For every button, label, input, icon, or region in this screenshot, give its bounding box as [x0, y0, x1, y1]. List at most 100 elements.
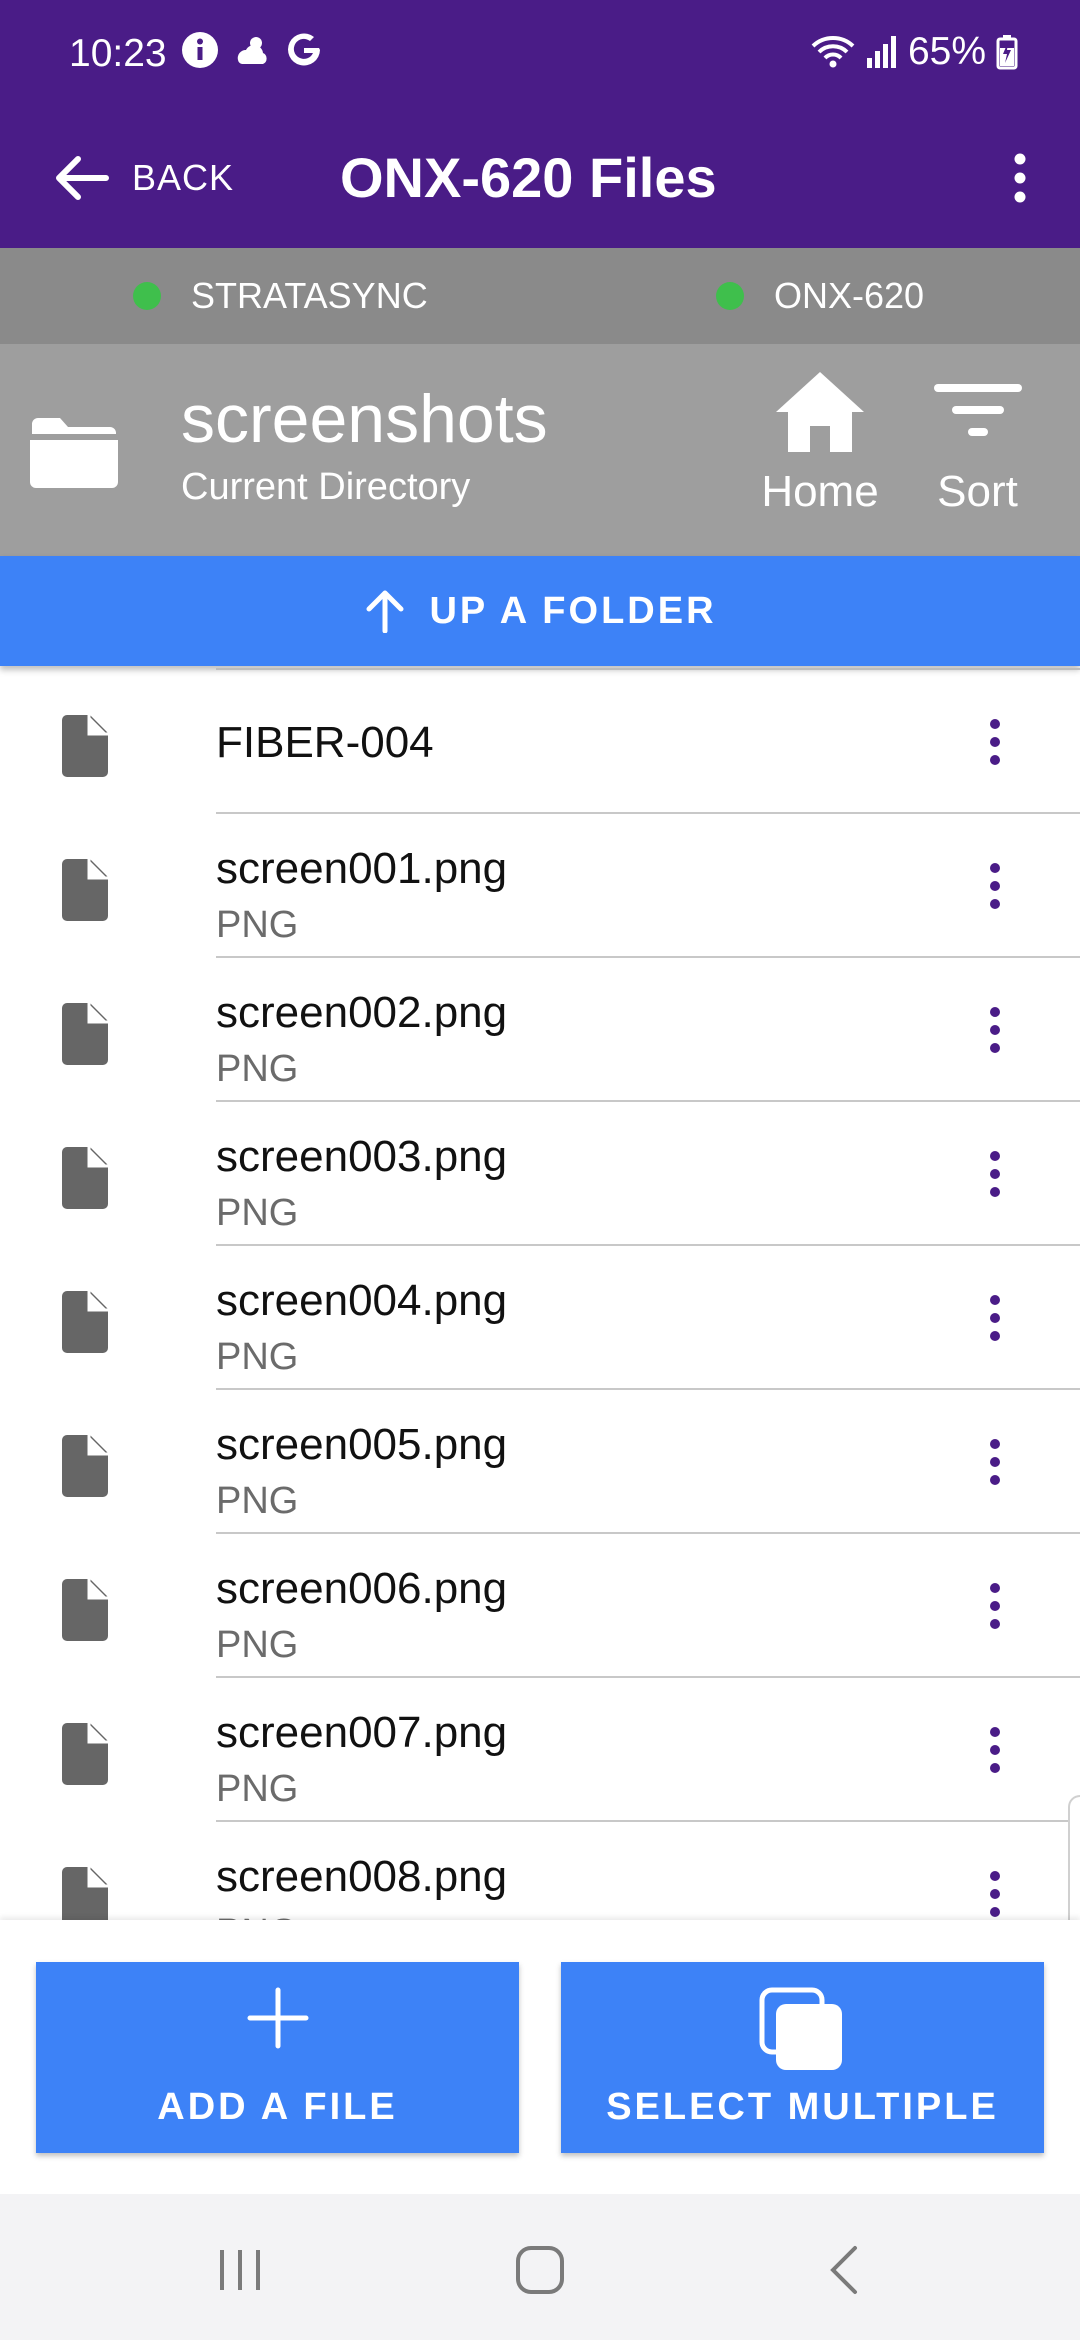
- file-options-button[interactable]: [980, 1286, 1010, 1350]
- file-options-button[interactable]: [980, 1862, 1010, 1920]
- file-icon: [58, 1146, 110, 1215]
- file-name: screen008.png: [216, 1852, 508, 1901]
- more-vert-icon: [990, 1727, 1000, 1773]
- connection-stratasync: STRATASYNC: [133, 248, 428, 344]
- recents-button[interactable]: [200, 2230, 280, 2310]
- file-row[interactable]: FIBER-004: [0, 670, 1080, 814]
- home-icon: [776, 372, 864, 452]
- more-vert-icon: [990, 1295, 1000, 1341]
- file-row[interactable]: screen001.png PNG: [0, 814, 1080, 958]
- file-type: PNG: [216, 1768, 299, 1810]
- select-multiple-label: SELECT MULTIPLE: [606, 2086, 999, 2128]
- file-options-button[interactable]: [980, 998, 1010, 1062]
- file-name: screen004.png: [216, 1276, 508, 1325]
- add-file-button[interactable]: ADD A FILE: [36, 1962, 519, 2153]
- file-icon: [62, 1579, 108, 1641]
- current-directory-name: screenshots: [181, 381, 548, 457]
- file-row[interactable]: screen008.png PNG: [0, 1822, 1080, 1920]
- select-multiple-icon: [759, 1987, 842, 2070]
- file-options-button[interactable]: [980, 854, 1010, 918]
- more-vert-icon: [990, 1151, 1000, 1197]
- wifi-icon: [811, 36, 855, 68]
- weather-icon: [237, 37, 267, 64]
- file-icon: [62, 1003, 108, 1065]
- file-icon: [62, 1435, 108, 1497]
- arrow-up-icon: [366, 590, 404, 633]
- file-icon: [58, 858, 110, 927]
- file-type: PNG: [216, 1480, 299, 1522]
- arrow-left-icon: [56, 156, 109, 200]
- recents-icon: [220, 2250, 260, 2290]
- file-type: PNG: [216, 1048, 299, 1090]
- file-icon: [62, 1147, 108, 1209]
- more-vert-icon: [990, 719, 1000, 765]
- file-icon: [58, 1578, 110, 1647]
- up-a-folder-label: UP A FOLDER: [429, 589, 717, 632]
- more-vert-icon: [990, 1583, 1000, 1629]
- battery-percent: 65%: [907, 30, 986, 73]
- notification-icons: [180, 30, 324, 70]
- file-row[interactable]: screen004.png PNG: [0, 1246, 1080, 1390]
- file-type: PNG: [216, 1336, 299, 1378]
- connected-dot: [716, 282, 744, 310]
- up-a-folder-button[interactable]: UP A FOLDER: [0, 556, 1080, 666]
- file-options-button[interactable]: [980, 1430, 1010, 1494]
- back-nav-button[interactable]: [805, 2230, 885, 2310]
- file-icon: [58, 1434, 110, 1503]
- info-icon: [182, 32, 218, 68]
- file-row[interactable]: screen002.png PNG: [0, 958, 1080, 1102]
- back-button[interactable]: BACK: [52, 140, 234, 216]
- back-label: BACK: [132, 157, 235, 198]
- home-nav-icon: [516, 2246, 564, 2294]
- folder-open-icon: [30, 418, 118, 488]
- overflow-menu-button[interactable]: [990, 136, 1050, 220]
- action-bar: ADD A FILE SELECT MULTIPLE: [0, 1920, 1080, 2194]
- file-list[interactable]: FIBER-004 screen001.png PNG screen002.png PN…: [0, 670, 1080, 1920]
- system-status: 65%: [810, 30, 1018, 74]
- file-options-button[interactable]: [980, 1718, 1010, 1782]
- file-icon: [58, 1002, 110, 1071]
- sort-icon: [933, 384, 1022, 436]
- file-options-button[interactable]: [980, 1574, 1010, 1638]
- sort-button[interactable]: Sort: [915, 370, 1040, 530]
- sort-label: Sort: [937, 467, 1018, 516]
- file-name: screen006.png: [216, 1564, 508, 1613]
- home-nav-button[interactable]: [500, 2230, 580, 2310]
- file-name: screen002.png: [216, 988, 508, 1037]
- file-options-button[interactable]: [980, 710, 1010, 774]
- status-bar: 10:23 65%: [0, 0, 1080, 108]
- current-directory-caption: Current Directory: [181, 466, 471, 508]
- signal-icon: [866, 36, 896, 68]
- more-vert-icon: [990, 1439, 1000, 1485]
- google-icon: [288, 33, 320, 66]
- file-row[interactable]: screen005.png PNG: [0, 1390, 1080, 1534]
- file-icon: [62, 859, 108, 921]
- file-row[interactable]: screen006.png PNG: [0, 1534, 1080, 1678]
- file-options-button[interactable]: [980, 1142, 1010, 1206]
- more-vert-icon: [1014, 153, 1026, 203]
- page-title: ONX-620 Files: [340, 146, 717, 209]
- app-bar: BACK ONX-620 Files: [0, 108, 1080, 248]
- file-icon: [58, 714, 110, 783]
- add-file-label: ADD A FILE: [157, 2086, 398, 2128]
- file-icon: [62, 1723, 108, 1785]
- more-vert-icon: [990, 863, 1000, 909]
- home-button[interactable]: Home: [750, 370, 890, 530]
- file-name: screen005.png: [216, 1420, 508, 1469]
- status-time: 10:23: [69, 32, 167, 75]
- system-navigation-bar: [0, 2194, 1080, 2340]
- home-label: Home: [761, 467, 879, 516]
- file-name: screen003.png: [216, 1132, 508, 1181]
- connection-device: ONX-620: [716, 248, 924, 344]
- select-multiple-button[interactable]: SELECT MULTIPLE: [561, 1962, 1044, 2153]
- file-icon: [58, 1866, 110, 1920]
- connection-label: ONX-620: [774, 275, 925, 316]
- chevron-left-icon: [830, 2246, 857, 2294]
- file-row[interactable]: screen007.png PNG: [0, 1678, 1080, 1822]
- file-name: screen007.png: [216, 1708, 508, 1757]
- directory-header: screenshots Current Directory Home Sort: [0, 344, 1080, 556]
- file-icon: [62, 715, 108, 777]
- file-icon: [62, 1867, 108, 1920]
- battery-charging-icon: [996, 35, 1018, 70]
- file-row[interactable]: screen003.png PNG: [0, 1102, 1080, 1246]
